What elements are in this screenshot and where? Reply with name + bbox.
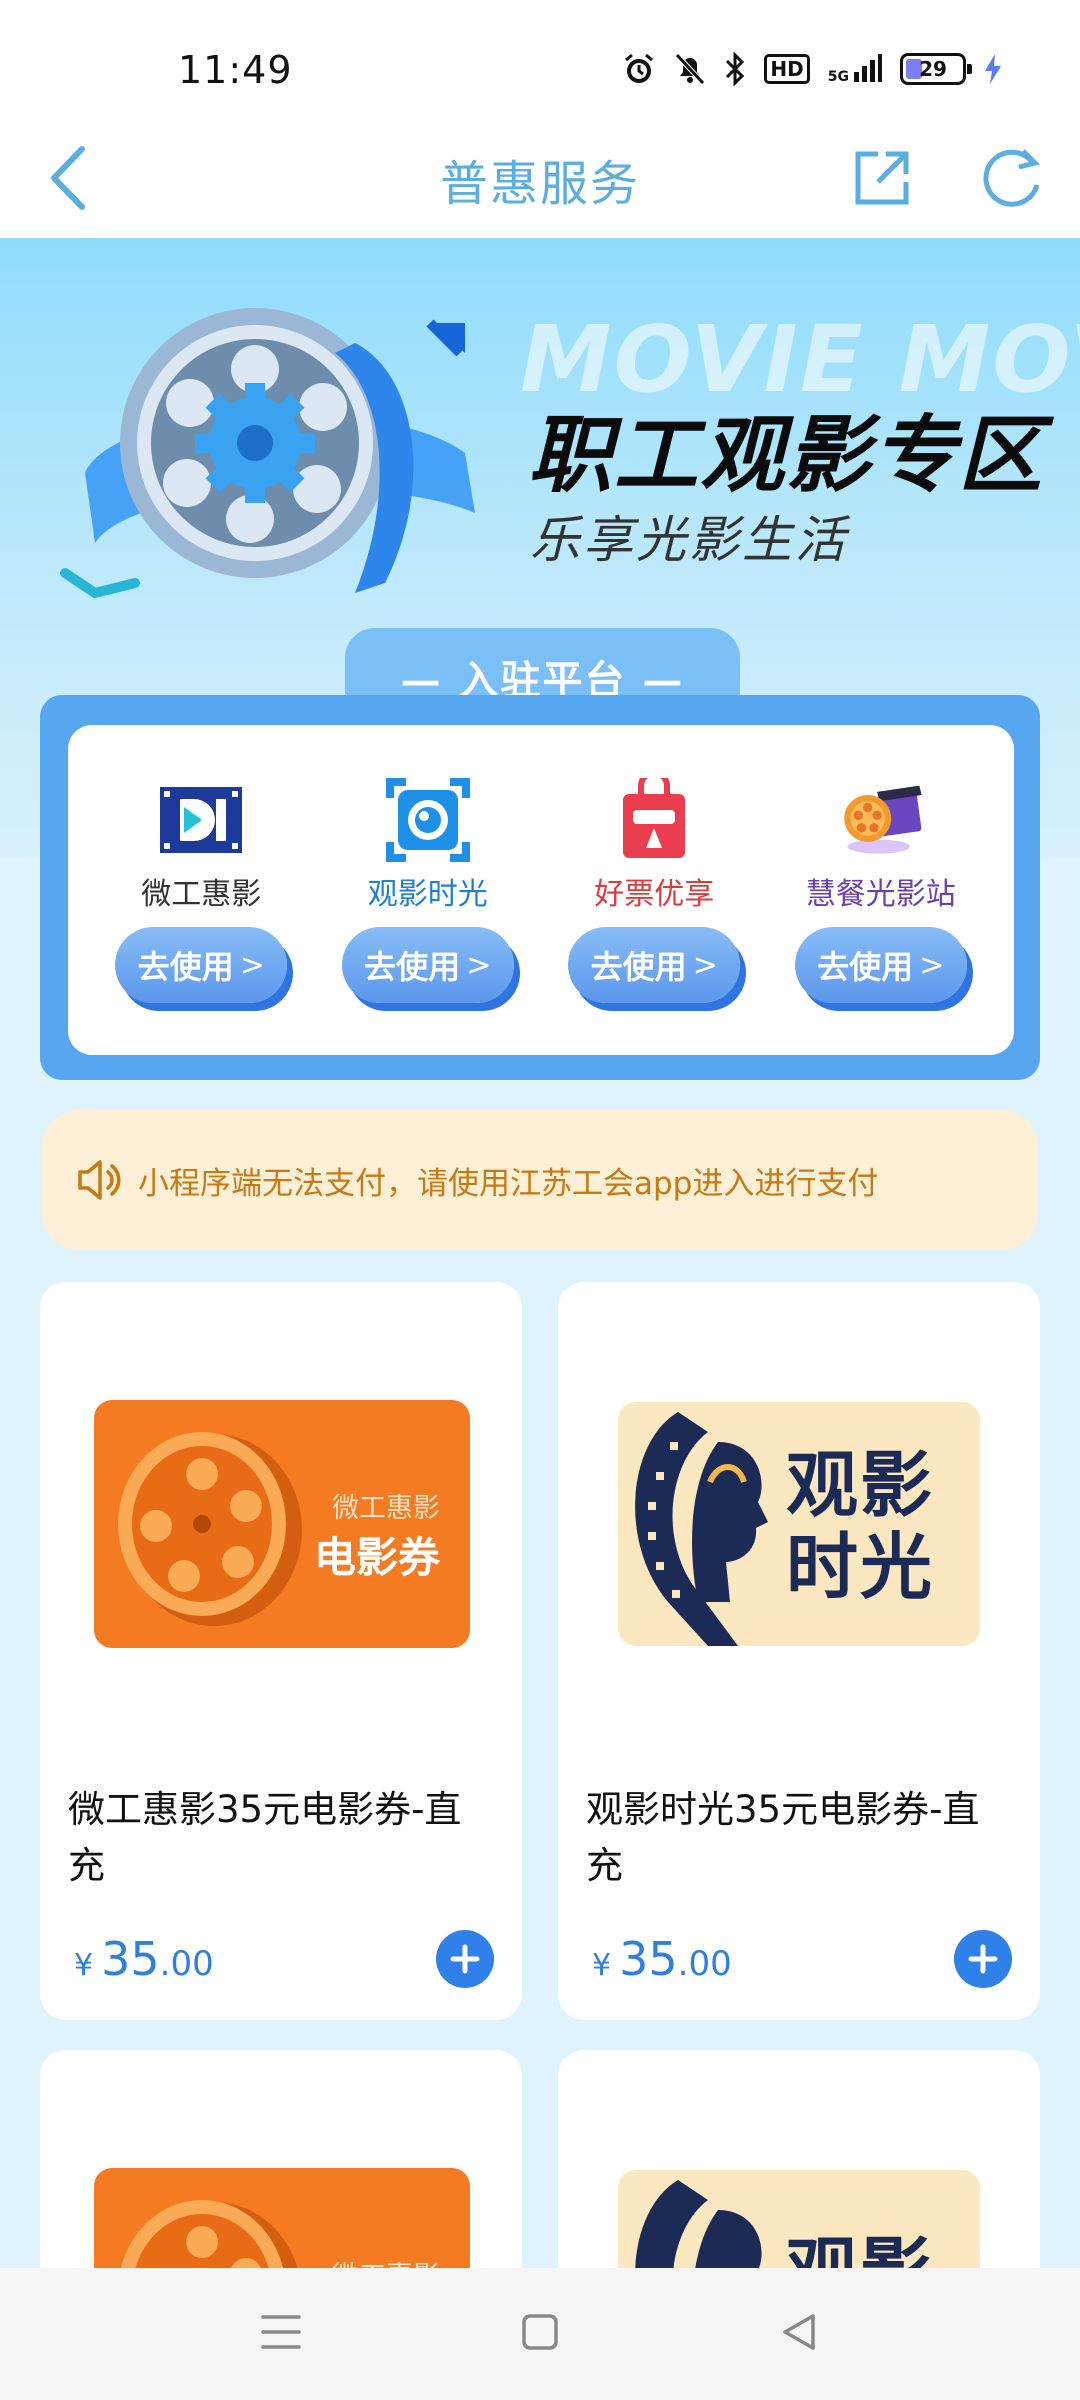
triangle-back-icon xyxy=(783,2314,815,2350)
arrow-right-icon: > xyxy=(919,947,945,983)
image-caption-big: 电影券 xyxy=(313,1533,440,1582)
arrow-right-icon: > xyxy=(466,947,492,983)
film-reel-icon xyxy=(120,2200,298,2268)
film-strip-portrait-icon xyxy=(635,1412,768,1646)
arrow-right-icon: > xyxy=(239,947,265,983)
use-button-guanying[interactable]: 去使用 > xyxy=(341,927,514,1003)
use-button-label: 去使用 xyxy=(817,948,914,986)
image-caption-big: 观影 xyxy=(786,2212,934,2268)
add-to-cart-button[interactable] xyxy=(954,1930,1012,1988)
system-back-button[interactable] xyxy=(779,2312,819,2356)
haopiao-logo-icon xyxy=(611,777,697,863)
refresh-button[interactable] xyxy=(974,140,1050,216)
share-icon xyxy=(855,151,909,205)
plus-icon xyxy=(968,1944,998,1974)
platform-name: 微工惠影 xyxy=(141,877,262,912)
alarm-icon xyxy=(622,52,656,86)
system-nav-bar xyxy=(0,2268,1080,2400)
home-button[interactable] xyxy=(521,2313,559,2355)
product-card[interactable]: 微工惠影 xyxy=(40,2050,522,2268)
image-caption-big: 观影时光 xyxy=(786,1443,935,1609)
price-integer: 35 xyxy=(101,1932,160,1986)
use-button-weigong[interactable]: 去使用 > xyxy=(115,927,288,1003)
product-card-guanying[interactable]: 观影时光 观影时光35元电影券-直充 ¥ 35 .00 xyxy=(558,1282,1040,2020)
platform-item: 微工惠影 去使用 > xyxy=(96,725,306,1055)
guanying-logo-icon xyxy=(385,777,471,863)
product-title: 微工惠影35元电影券-直充 xyxy=(68,1788,462,1887)
use-button-label: 去使用 xyxy=(137,948,234,986)
product-card[interactable]: 观影 xyxy=(558,2050,1040,2268)
menu-icon xyxy=(261,2315,301,2349)
status-icons: HD 5G 29 xyxy=(622,52,1002,86)
product-image: 微工惠影 xyxy=(94,2168,470,2268)
product-image: 微工惠影 电影券 xyxy=(94,1400,470,1648)
plus-icon xyxy=(450,1944,480,1974)
huican-logo-icon xyxy=(838,777,924,863)
product-card-weigong[interactable]: 微工惠影 电影券 微工惠影35元电影券-直充 ¥ 35 .00 xyxy=(40,1282,522,2020)
speaker-icon xyxy=(78,1160,121,1200)
product-price: ¥ 35 .00 xyxy=(74,1932,214,1986)
product-image: 观影 xyxy=(618,2170,980,2268)
platform-item: 观影时光 去使用 > xyxy=(323,725,533,1055)
battery-indicator: 29 xyxy=(900,53,972,85)
menu-button[interactable] xyxy=(261,2313,301,2355)
currency-symbol: ¥ xyxy=(592,1948,612,1983)
platform-name: 慧餐光影站 xyxy=(805,877,956,912)
film-reel-illustration xyxy=(60,308,475,599)
platform-list: 微工惠影 去使用 > 观影时光 去使用 > 好票优享 去使用 > 慧餐光影站 去使用 > xyxy=(68,725,1014,1055)
notice-text: 小程序端无法支付，请使用江苏工会app进入进行支付 xyxy=(138,1165,879,1202)
mute-bell-icon xyxy=(674,52,706,86)
price-decimal: .00 xyxy=(677,1944,732,1984)
hero-title: 职工观影专区 xyxy=(528,406,1045,504)
currency-symbol: ¥ xyxy=(74,1948,94,1983)
square-home-icon xyxy=(522,2314,558,2350)
share-button[interactable] xyxy=(844,140,920,216)
signal-icon: 5G xyxy=(828,54,882,84)
platform-name: 观影时光 xyxy=(367,877,488,912)
network-type: 5G xyxy=(827,69,849,85)
use-button-haopiao[interactable]: 去使用 > xyxy=(568,927,741,1003)
status-time: 11:49 xyxy=(178,48,293,92)
image-caption-small: 微工惠影 xyxy=(332,2254,440,2268)
refresh-icon xyxy=(983,149,1040,207)
price-decimal: .00 xyxy=(159,1944,214,1984)
use-button-huican[interactable]: 去使用 > xyxy=(794,927,967,1003)
payment-notice: 小程序端无法支付，请使用江苏工会app进入进行支付 xyxy=(42,1110,1038,1250)
platform-item: 好票优享 去使用 > xyxy=(549,725,759,1055)
hero-subtitle: 乐享光影生活 xyxy=(530,511,848,569)
charging-icon xyxy=(984,54,1002,84)
price-integer: 35 xyxy=(619,1932,678,1986)
hd-badge: HD xyxy=(764,54,810,84)
film-reel-icon xyxy=(118,1432,302,1626)
platform-item: 慧餐光影站 去使用 > xyxy=(776,725,986,1055)
film-strip-portrait-icon xyxy=(635,2180,762,2268)
product-price: ¥ 35 .00 xyxy=(592,1932,732,1986)
use-button-label: 去使用 xyxy=(364,948,461,986)
image-caption-small: 微工惠影 xyxy=(332,1493,440,1524)
product-title: 观影时光35元电影券-直充 xyxy=(586,1788,980,1887)
product-image: 观影时光 xyxy=(618,1402,980,1646)
weigong-logo-icon xyxy=(158,777,244,863)
use-button-label: 去使用 xyxy=(590,948,687,986)
arrow-right-icon: > xyxy=(692,947,718,983)
battery-level: 29 xyxy=(919,57,947,81)
add-to-cart-button[interactable] xyxy=(436,1930,494,1988)
bluetooth-icon xyxy=(724,52,746,86)
platform-name: 好票优享 xyxy=(594,877,715,912)
nav-bar: 普惠服务 xyxy=(0,118,1080,238)
